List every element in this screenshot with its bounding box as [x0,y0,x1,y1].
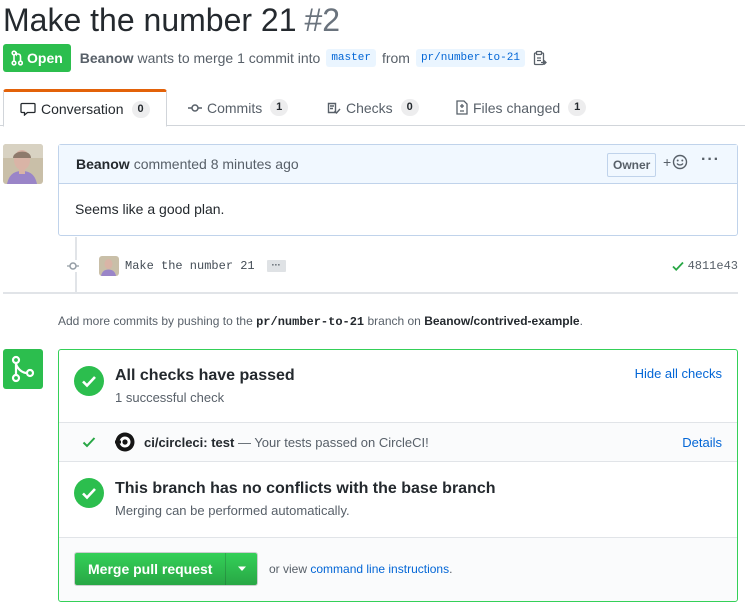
file-diff-icon [456,100,468,115]
checklist-icon [327,102,341,114]
no-conflicts-icon [74,478,104,508]
commit-row: Make the number 21 ··· 4811e43 [67,254,738,278]
commit-sha[interactable]: 4811e43 [671,259,738,273]
merge-footer: Merge pull request or view command line … [59,537,737,601]
base-branch[interactable]: master [326,49,376,67]
merge-text: wants to merge 1 commit into [137,50,321,66]
timeline-divider [3,292,738,294]
merge-pull-request-button[interactable]: Merge pull request [75,553,226,585]
merge-status-icon [3,349,43,389]
check-description: ci/circleci: test — Your tests passed on… [144,435,429,450]
tab-label: Files changed [473,99,561,116]
pr-meta: Open Beanow wants to merge 1 commit into… [3,44,547,72]
push-note: Add more commits by pushing to the pr/nu… [58,314,583,329]
details-link[interactable]: Details [682,435,722,450]
check-name: ci/circleci: test [144,435,235,450]
merge-alternative: or view command line instructions. [269,562,452,576]
pull-request-icon [11,50,23,66]
pr-title-text: Make the number 21 [3,2,297,38]
comment-header: Beanow commented 8 minutes ago Owner + ·… [59,145,737,184]
circleci-icon [115,432,135,455]
commit-avatar[interactable] [99,256,119,276]
more-options-button[interactable]: ··· [701,151,720,169]
checks-title: All checks have passed [115,367,295,384]
owner-label: Owner [607,153,657,177]
from-text: from [381,50,410,66]
comment-author[interactable]: Beanow [76,156,130,172]
plus-text: + [663,154,672,170]
merge-button-group: Merge pull request [74,552,259,586]
smiley-icon [672,154,688,170]
push-note-repo: Beanow/contrived-example [424,314,580,328]
sha-text: 4811e43 [687,259,738,273]
commit-message[interactable]: Make the number 21 [125,259,255,273]
merge-box: All checks have passed 1 successful chec… [58,349,738,602]
check-icon [82,435,96,452]
merge-alt-suffix: . [449,562,453,576]
merge-alt-prefix: or view [269,562,308,576]
push-note-branch: pr/number-to-21 [256,315,365,329]
head-branch[interactable]: pr/number-to-21 [415,49,525,67]
git-merge-icon [11,355,35,383]
tab-label: Conversation [41,101,124,117]
tab-counter: 1 [270,99,289,116]
checks-summary: All checks have passed 1 successful chec… [59,350,737,422]
pr-tabs: Conversation 0 Commits 1 Checks 0 Files … [0,89,745,127]
tab-label: Commits [207,99,263,116]
command-line-link[interactable]: command line instructions [310,562,449,576]
comment-body: Seems like a good plan. [75,201,225,217]
commit-icon [188,103,202,112]
comment-box: Beanow commented 8 minutes ago Owner + ·… [58,144,738,236]
add-reaction-button[interactable]: + [663,154,688,170]
check-row: ci/circleci: test — Your tests passed on… [59,422,737,462]
push-note-suffix: . [579,314,583,328]
commit-dot-icon [67,260,79,272]
state-label: Open [27,50,63,66]
checks-passed-icon [74,366,104,396]
check-result: — Your tests passed on CircleCI! [237,435,429,450]
tab-files-changed[interactable]: Files changed 1 [456,89,587,126]
conflicts-title: This branch has no conflicts with the ba… [115,480,496,497]
avatar[interactable] [3,144,43,184]
comment-icon [20,102,36,116]
tab-commits[interactable]: Commits 1 [188,89,289,126]
author-link[interactable]: Beanow [80,50,134,66]
comment-meta[interactable]: commented 8 minutes ago [134,156,299,172]
state-badge: Open [3,44,71,72]
tab-checks[interactable]: Checks 0 [327,89,419,126]
pr-number: #2 [304,2,341,38]
expand-commit-button[interactable]: ··· [266,260,286,272]
triangle-down-icon [237,566,246,571]
tab-counter: 1 [568,99,587,116]
push-note-middle: branch on [367,314,421,328]
merge-options-dropdown[interactable] [225,553,258,585]
merge-description: Beanow wants to merge 1 commit into mast… [80,49,547,67]
tab-counter: 0 [131,100,150,118]
tab-conversation[interactable]: Conversation 0 [3,89,167,127]
conflicts-subtitle: Merging can be performed automatically. [115,503,350,518]
pr-title: Make the number 21 #2 [3,0,340,40]
clipboard-icon[interactable] [533,50,547,66]
tab-label: Checks [346,99,393,116]
tab-counter: 0 [400,99,419,116]
checks-subtitle: 1 successful check [115,390,225,405]
push-note-prefix: Add more commits by pushing to the [58,314,253,328]
conflicts-summary: This branch has no conflicts with the ba… [59,462,737,537]
hide-checks-link[interactable]: Hide all checks [635,366,722,381]
check-icon [671,261,684,271]
